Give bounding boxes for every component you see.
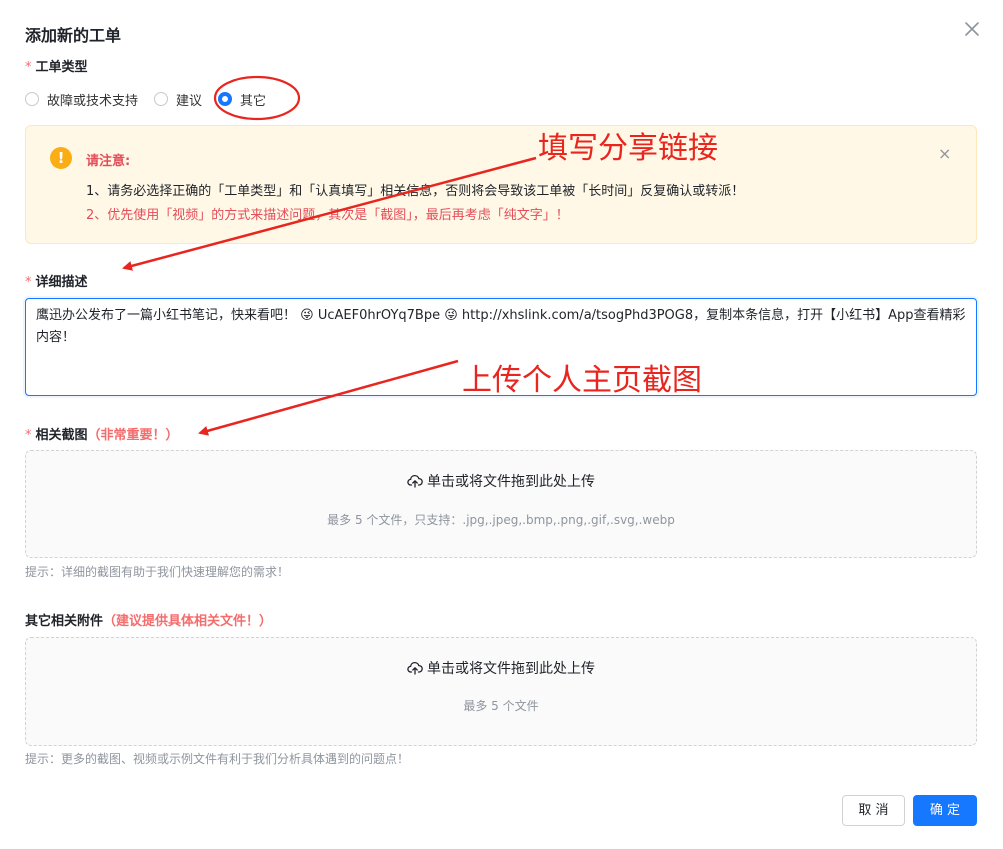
cloud-upload-icon [407,660,423,680]
attachments-label-text: 其它相关附件 [25,614,104,629]
attachments-label-note: （建议提供具体相关文件！） [103,614,273,629]
ticket-type-radio-group: 故障或技术支持 建议 其它 [25,88,282,110]
required-mark: * [25,428,32,443]
warning-icon: ! [50,147,72,169]
required-mark: * [25,60,32,75]
dialog-title: 添加新的工单 [25,26,122,45]
notice-line-2: 2、优先使用「视频」的方式来描述问题，其次是「截图」，最后再考虑「纯文字」！ [86,208,569,223]
cloud-upload-icon [407,473,423,493]
radio-label: 其它 [240,93,267,109]
confirm-button[interactable]: 确 定 [913,795,977,826]
required-mark: * [25,275,32,290]
description-label: * 详细描述 [25,271,88,290]
description-label-text: 详细描述 [35,275,88,290]
radio-label: 建议 [176,93,203,109]
radio-fault-support[interactable]: 故障或技术支持 [25,90,138,109]
ticket-type-label: * 工单类型 [25,56,88,75]
attachment-upload-dropzone[interactable]: 单击或将文件拖到此处上传 最多 5 个文件 [25,637,977,746]
screenshots-label-note: （非常重要！） [87,428,179,443]
radio-circle[interactable] [25,92,39,106]
upload-main-label: 单击或将文件拖到此处上传 [427,661,595,677]
ticket-type-label-text: 工单类型 [35,60,88,75]
notice-close-icon[interactable]: × [938,144,951,163]
cancel-button[interactable]: 取 消 [842,795,905,826]
screenshots-hint: 提示：详细的截图有助于我们快速理解您的需求！ [25,565,290,579]
attachments-hint: 提示：更多的截图、视频或示例文件有利于我们分析具体遇到的问题点！ [25,752,410,766]
notice-line-1: 1、请务必选择正确的「工单类型」和「认真填写」相关信息，否则将会导致该工单被「长… [86,184,745,199]
upload-main-label: 单击或将文件拖到此处上传 [427,474,595,490]
radio-circle[interactable] [154,92,169,106]
screenshots-label-text: 相关截图 [35,428,88,443]
upload-sub-text: 最多 5 个文件 [463,699,539,713]
notice-title: 请注意: [86,154,131,169]
annotation-link-text: 填写分享链接 [538,131,718,166]
radio-other[interactable]: 其它 [218,90,266,109]
radio-circle-checked[interactable] [218,92,233,106]
screenshots-label: * 相关截图（非常重要！） [25,424,179,443]
notice-alert: ! 请注意: 1、请务必选择正确的「工单类型」和「认真填写」相关信息，否则将会导… [25,125,977,244]
close-icon[interactable] [961,18,983,40]
add-ticket-dialog: 添加新的工单 * 工单类型 故障或技术支持 建议 其它 ! 请注意: 1、请务必选… [0,0,1003,849]
annotation-screenshot-text: 上传个人主页截图 [462,363,702,398]
upload-main-text: 单击或将文件拖到此处上传 [26,658,976,680]
radio-suggestion[interactable]: 建议 [154,90,202,109]
upload-sub-text: 最多 5 个文件，只支持：.jpg,.jpeg,.bmp,.png,.gif,.… [327,513,675,527]
radio-label: 故障或技术支持 [47,93,139,109]
screenshot-upload-dropzone[interactable]: 单击或将文件拖到此处上传 最多 5 个文件，只支持：.jpg,.jpeg,.bm… [25,450,977,558]
upload-main-text: 单击或将文件拖到此处上传 [26,471,976,493]
attachments-label: 其它相关附件（建议提供具体相关文件！） [25,610,272,629]
